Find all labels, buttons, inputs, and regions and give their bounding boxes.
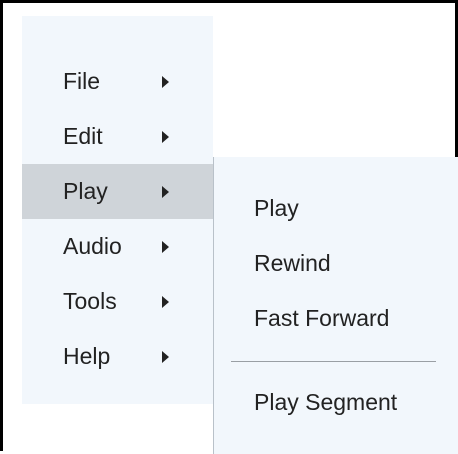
triangle-right-icon [162,241,169,253]
triangle-right-icon [162,296,169,308]
menu-item-label: File [63,68,101,94]
submenu-item-fast-forward[interactable]: Fast Forward [254,305,389,332]
triangle-right-icon [162,76,169,88]
main-menu: File Edit Play Audio Tools Help [22,16,213,404]
menu-item-label: Edit [63,123,103,149]
menu-item-label: Play [63,178,108,204]
triangle-right-icon [162,351,169,363]
window-frame: File Edit Play Audio Tools Help Play Rew… [0,0,458,454]
triangle-right-icon [162,131,169,143]
submenu-item-play[interactable]: Play [254,195,299,222]
menu-item-label: Help [63,343,111,369]
menu-item-label: Audio [63,233,122,259]
menu-item-tools[interactable]: Tools [22,274,213,329]
menu-item-edit[interactable]: Edit [22,109,213,164]
triangle-right-icon [162,186,169,198]
menu-item-help[interactable]: Help [22,329,213,384]
submenu-item-rewind[interactable]: Rewind [254,250,331,277]
play-submenu: Play Rewind Fast Forward Play Segment [213,157,458,454]
menu-item-play[interactable]: Play [22,164,213,219]
menu-item-file[interactable]: File [22,54,213,109]
menu-list: File Edit Play Audio Tools Help [22,54,213,384]
submenu-item-play-segment[interactable]: Play Segment [254,389,397,416]
menu-item-label: Tools [63,288,117,314]
menu-item-audio[interactable]: Audio [22,219,213,274]
submenu-separator [231,361,436,362]
